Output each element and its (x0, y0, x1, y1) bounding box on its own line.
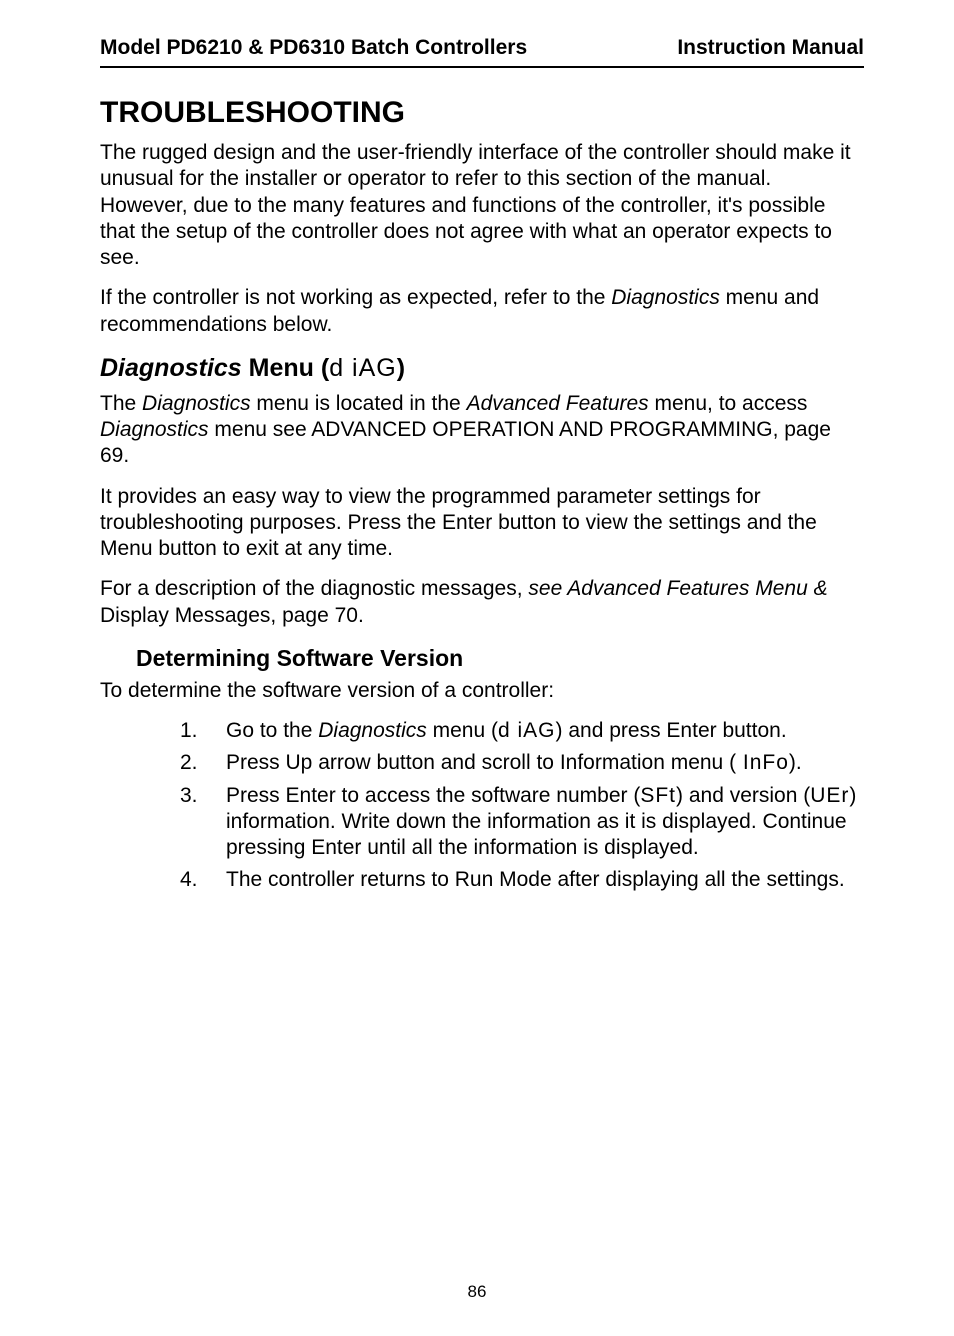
list-text: Press Enter to access the software numbe… (226, 783, 864, 862)
text-span: menu is located in the (251, 392, 467, 415)
list-number: 4. (180, 867, 226, 893)
subsection-heading-diagnostics: Diagnostics Menu (d iAG) (100, 354, 864, 383)
list-item: 1. Go to the Diagnostics menu (d iAG) an… (180, 718, 864, 744)
text-span: For a description of the diagnostic mess… (100, 577, 528, 600)
paragraph-intro-2: If the controller is not working as expe… (100, 285, 864, 338)
list-number: 2. (180, 750, 226, 776)
text-span: menu ( (427, 719, 498, 742)
list-item: 3. Press Enter to access the software nu… (180, 783, 864, 862)
text-span: If the controller is not working as expe… (100, 286, 611, 309)
text-emphasis: Diagnostics (142, 392, 251, 415)
text-span: Press Up arrow button and scroll to Info… (226, 751, 736, 774)
heading-segment-display: d iAG (329, 354, 397, 382)
list-item: 2. Press Up arrow button and scroll to I… (180, 750, 864, 776)
header-rule (100, 66, 864, 68)
subsubsection-heading-software-version: Determining Software Version (136, 645, 864, 672)
text-span: menu see ADVANCED OPERATION AND PROGRAMM… (100, 418, 831, 467)
paragraph-software-ver: To determine the software version of a c… (100, 678, 864, 704)
list-text: Press Up arrow button and scroll to Info… (226, 750, 864, 776)
heading-plain: ) (397, 354, 405, 382)
page-header: Model PD6210 & PD6310 Batch Controllers … (100, 36, 864, 60)
header-right: Instruction Manual (677, 36, 864, 60)
segment-display-text: d iAG (498, 719, 556, 742)
heading-plain: Menu ( (242, 354, 330, 382)
list-number: 1. (180, 718, 226, 744)
text-span: Display Messages, page 70. (100, 604, 364, 627)
page-number: 86 (0, 1282, 954, 1302)
text-span: ) and version ( (676, 784, 810, 807)
section-heading-troubleshooting: TROUBLESHOOTING (100, 96, 864, 130)
paragraph-intro-1: The rugged design and the user-friendly … (100, 140, 864, 271)
text-span: ). (789, 751, 802, 774)
text-span: ) and press Enter button. (556, 719, 787, 742)
text-emphasis: Advanced Features (467, 392, 649, 415)
ordered-list-steps: 1. Go to the Diagnostics menu (d iAG) an… (180, 718, 864, 894)
text-emphasis: Diagnostics (318, 719, 427, 742)
text-emphasis: see Advanced Features Menu & (528, 577, 827, 600)
list-item: 4. The controller returns to Run Mode af… (180, 867, 864, 893)
text-emphasis: Diagnostics (611, 286, 720, 309)
list-text: Go to the Diagnostics menu (d iAG) and p… (226, 718, 864, 744)
text-span: The (100, 392, 142, 415)
segment-display-text: SFt (640, 784, 676, 807)
list-number: 3. (180, 783, 226, 862)
text-span: Go to the (226, 719, 318, 742)
paragraph-diag-3: For a description of the diagnostic mess… (100, 576, 864, 629)
segment-display-text: UEr (810, 784, 849, 807)
paragraph-diag-1: The Diagnostics menu is located in the A… (100, 391, 864, 470)
segment-display-text: InFo (736, 751, 789, 774)
header-left: Model PD6210 & PD6310 Batch Controllers (100, 36, 527, 60)
text-emphasis: Diagnostics (100, 418, 209, 441)
text-span: Press Enter to access the software numbe… (226, 784, 640, 807)
text-span: menu, to access (649, 392, 808, 415)
paragraph-diag-2: It provides an easy way to view the prog… (100, 484, 864, 563)
heading-emphasis: Diagnostics (100, 354, 242, 382)
list-text: The controller returns to Run Mode after… (226, 867, 864, 893)
